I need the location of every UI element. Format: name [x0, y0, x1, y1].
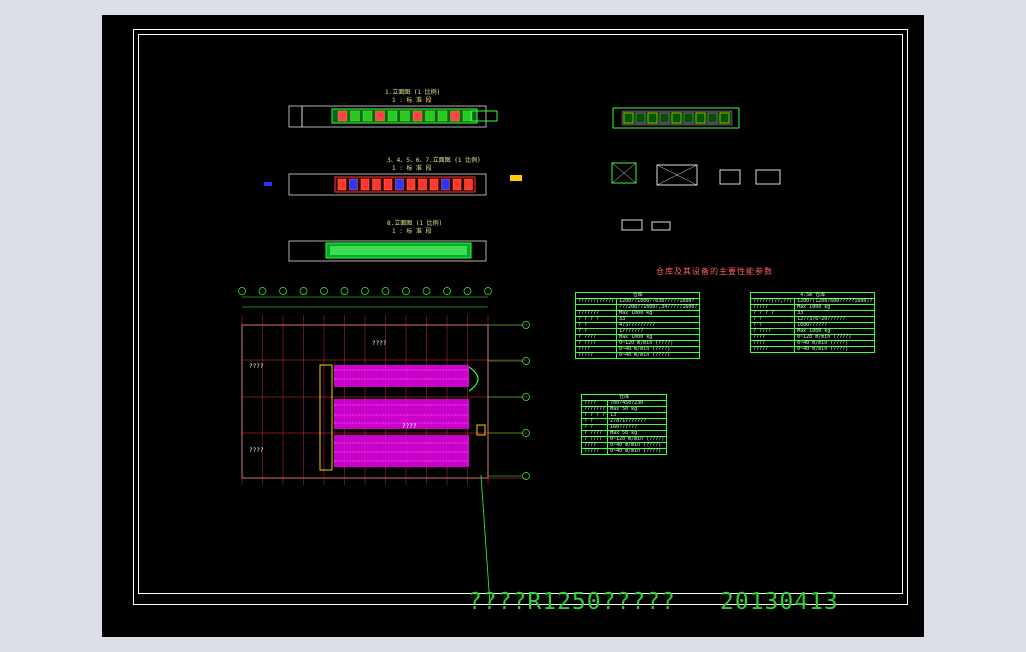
param-value: 0~40 m/min (????): [607, 448, 668, 455]
rack-bay: [337, 178, 347, 191]
rack-bay: [418, 178, 427, 191]
param-name: ??????(????): [574, 298, 618, 305]
rack-bay: [406, 178, 416, 191]
elevation-2-scale: 1 : 标 准 段: [392, 165, 432, 172]
table-row: ????? 0~40 m/min (????): [574, 352, 701, 359]
rack-bay: [429, 178, 439, 191]
elevation-view-2: [264, 173, 522, 196]
rack-section-elevation: [612, 107, 740, 129]
rack-bay: [362, 110, 373, 122]
table-row: ????? 0~40 m/min (????): [749, 346, 876, 353]
axis-bubble: [522, 472, 530, 480]
spec-table-left: 仓库 ??????(????) 1200??1600??630?????1600??…: [574, 292, 701, 359]
rack-bay: [400, 110, 410, 122]
plan-axis-bubbles: [488, 321, 530, 480]
axis-bubble: [279, 287, 287, 295]
plan-dimension-row: [238, 287, 492, 308]
axis-bubble: [402, 287, 410, 295]
axis-bubble: [258, 287, 267, 295]
axis-bubble: [299, 287, 308, 295]
param-name: ?????: [574, 352, 618, 359]
param-value: 0~40 m/min (????): [616, 352, 701, 359]
param-value: 0~40 m/min (????): [794, 346, 876, 353]
spec-table-bottom: 仓库???? 700?450?230??????? Max 50 kg? ? ? ?…: [580, 394, 668, 455]
rack-bay: [372, 178, 381, 191]
rack-bay: [412, 110, 423, 122]
param-name: ?????: [580, 448, 609, 455]
rack-bay: [383, 178, 393, 191]
elevation-1-scale: 1 : 标 准 段: [392, 97, 432, 104]
axis-bubble: [340, 287, 349, 295]
axis-bubble: [422, 287, 431, 295]
plan-room-label: ????: [372, 340, 387, 347]
rack-bay: [441, 178, 450, 191]
axis-bubble: [443, 287, 451, 295]
axis-bubble: [361, 287, 369, 295]
axis-bubble: [238, 287, 246, 295]
plan-room-label: ????: [249, 447, 264, 454]
rack-bay: [464, 178, 473, 191]
elevation-view-1: [288, 105, 498, 128]
rack-bay: [375, 110, 385, 122]
axis-bubble: [484, 287, 492, 295]
table-row: ????? 0~40 m/min (????): [580, 448, 668, 455]
rack-bay: [450, 110, 460, 122]
elevation-view-3: [288, 240, 487, 262]
rack-bay: [425, 110, 435, 122]
axis-bubble: [463, 287, 472, 295]
axis-bubble: [381, 287, 390, 295]
detail-views: [611, 162, 781, 231]
floor-plan: [241, 315, 527, 606]
footer-drawing-title: ????R1250?????: [468, 589, 676, 615]
rack-bay: [360, 178, 370, 191]
cad-drawing-sheet: 1.立面图 (1 比例) 1 : 标 准 段 3、4、5、6、7.立面图 (1 …: [102, 15, 924, 637]
spec-table-right: 4.5m 仓库 ??????(??,??) 1200?(1200?600?????1…: [749, 292, 876, 353]
rack-bay: [452, 178, 462, 191]
elevation-3-scale: 1 : 标 准 段: [392, 228, 432, 235]
rack-bay: [387, 110, 398, 122]
rack-bay: [350, 110, 360, 122]
table-heading: 仓库及其设备的主要性能参数: [656, 267, 773, 276]
rack-bay: [349, 178, 358, 191]
axis-bubble: [320, 287, 328, 295]
rack-bay: [437, 110, 448, 122]
plan-room-label: ????: [402, 423, 417, 430]
axis-bubble: [522, 357, 530, 365]
param-name: ?????: [749, 346, 796, 353]
rack-bay: [395, 178, 404, 191]
rack-bay: [337, 110, 348, 122]
plan-room-label: ????: [249, 363, 264, 370]
footer-date: 20130413: [720, 589, 839, 615]
